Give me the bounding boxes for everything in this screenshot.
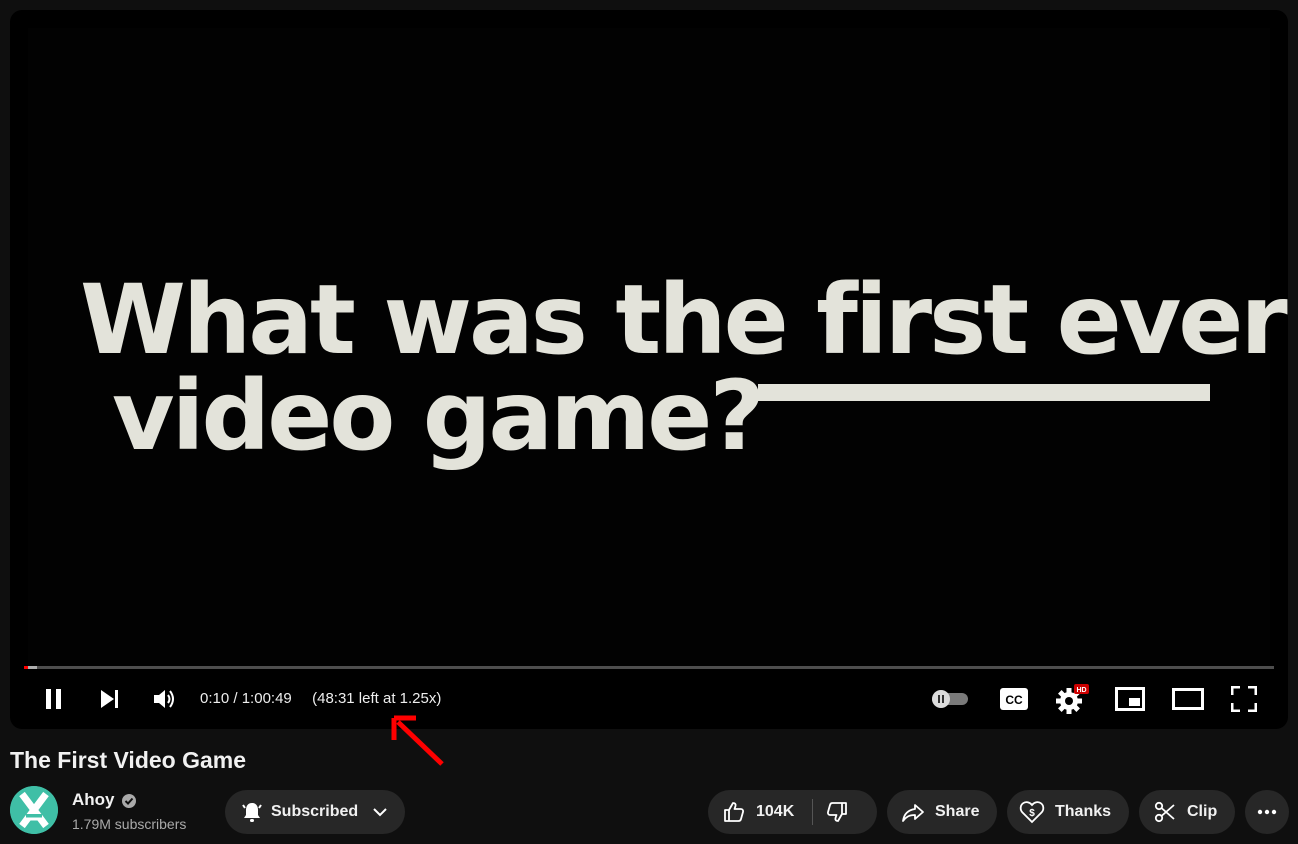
theater-mode-button[interactable] [1168,680,1208,718]
video-title: The First Video Game [10,747,247,773]
pause-icon [46,689,61,709]
share-label: Share [935,803,980,820]
bell-icon [242,803,262,822]
progress-buffered [27,666,37,669]
autoplay-toggle[interactable] [928,680,972,718]
video-overlay-text: What was the first ever video game? [80,272,1288,472]
cc-icon: CC [1000,688,1028,710]
clip-label: Clip [1187,803,1218,820]
next-button[interactable] [92,680,128,718]
like-button[interactable]: 104K [708,790,794,834]
duration: 1:00:49 [241,690,292,707]
miniplayer-button[interactable] [1112,680,1148,718]
thanks-heart-icon: $ [1019,801,1045,824]
settings-button[interactable]: HD [1054,680,1090,718]
chevron-down-icon [373,808,387,817]
thumbs-up-icon [724,802,745,822]
thanks-label: Thanks [1055,803,1112,820]
video-player[interactable]: What was the first ever video game? 0:10… [10,10,1288,729]
progress-played [24,666,28,669]
channel-avatar[interactable] [10,786,58,834]
more-actions-button[interactable] [1245,790,1289,834]
next-icon [101,690,118,708]
pause-button[interactable] [36,680,72,718]
fullscreen-icon [1231,686,1257,712]
subscriber-count: 1.79M subscribers [72,816,187,832]
autoplay-toggle-icon [932,690,968,708]
overlay-text-line2: video game? [112,360,765,472]
progress-bar[interactable] [24,666,1274,669]
verified-icon [122,794,136,808]
time-separator: / [233,690,238,707]
ahoy-logo-icon [10,786,58,834]
dislike-button[interactable] [825,790,849,834]
current-time: 0:10 [200,690,230,707]
like-count: 104K [756,803,795,820]
red-arrow-annotation [391,715,444,766]
time-display: 0:10 / 1:00:49 (48:31 left at 1.25x) [200,687,441,711]
thanks-button[interactable]: $ Thanks [1007,790,1129,834]
fullscreen-button[interactable] [1226,680,1262,718]
share-icon [902,804,924,822]
subscribed-label: Subscribed [271,803,359,820]
volume-icon [154,690,174,708]
miniplayer-icon [1115,687,1145,711]
theater-mode-icon [1172,688,1204,710]
thumbs-down-icon [827,802,848,822]
captions-button[interactable]: CC [996,680,1032,718]
channel-name[interactable]: Ahoy [72,790,115,810]
scissors-icon [1154,801,1175,823]
more-horizontal-icon [1257,809,1277,815]
time-left-text: (48:31 left at 1.25x) [312,690,442,707]
volume-button[interactable] [147,680,183,718]
svg-text:$: $ [1029,808,1035,819]
like-dislike-group: 104K [708,790,877,834]
svg-text:HD: HD [1076,687,1086,694]
like-divider [812,799,814,825]
svg-text:CC: CC [1005,693,1023,707]
overlay-underline [758,384,1210,401]
settings-icon: HD [1056,684,1089,714]
subscribed-button[interactable]: Subscribed [225,790,405,834]
clip-button[interactable]: Clip [1139,790,1235,834]
share-button[interactable]: Share [887,790,997,834]
